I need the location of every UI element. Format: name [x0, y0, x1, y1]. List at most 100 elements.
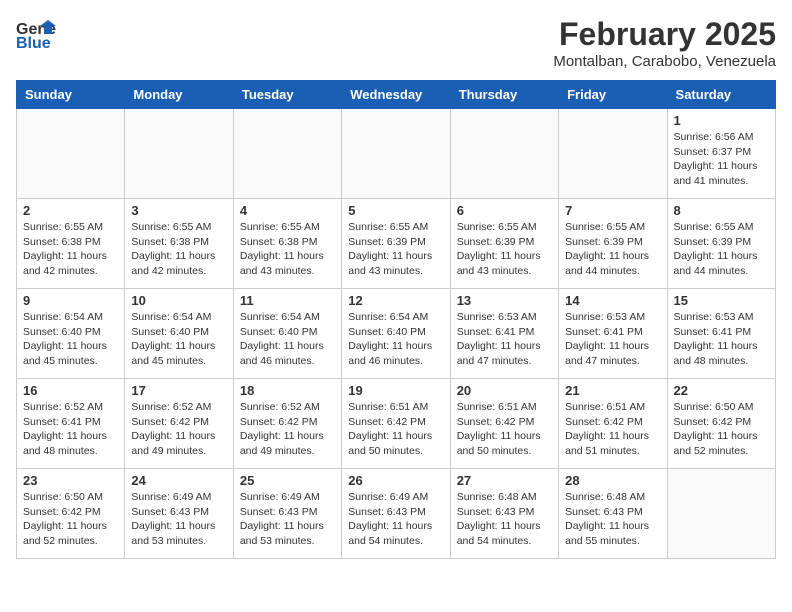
day-info: Sunrise: 6:55 AM Sunset: 6:38 PM Dayligh… [240, 220, 335, 279]
calendar-cell: 22 Sunrise: 6:50 AM Sunset: 6:42 PM Dayli… [667, 379, 775, 469]
day-number: 17 [131, 383, 226, 398]
calendar-cell: 12 Sunrise: 6:54 AM Sunset: 6:40 PM Dayli… [342, 289, 450, 379]
calendar-week-row: 2 Sunrise: 6:55 AM Sunset: 6:38 PM Daylig… [17, 199, 776, 289]
calendar-week-row: 1 Sunrise: 6:56 AM Sunset: 6:37 PM Daylig… [17, 109, 776, 199]
calendar-cell: 17 Sunrise: 6:52 AM Sunset: 6:42 PM Dayli… [125, 379, 233, 469]
day-info: Sunrise: 6:50 AM Sunset: 6:42 PM Dayligh… [674, 400, 769, 459]
day-number: 1 [674, 113, 769, 128]
day-info: Sunrise: 6:52 AM Sunset: 6:41 PM Dayligh… [23, 400, 118, 459]
day-number: 12 [348, 293, 443, 308]
day-info: Sunrise: 6:53 AM Sunset: 6:41 PM Dayligh… [674, 310, 769, 369]
calendar-week-row: 9 Sunrise: 6:54 AM Sunset: 6:40 PM Daylig… [17, 289, 776, 379]
day-number: 19 [348, 383, 443, 398]
logo-icon: General Blue [16, 16, 56, 52]
calendar-cell [342, 109, 450, 199]
day-info: Sunrise: 6:55 AM Sunset: 6:39 PM Dayligh… [565, 220, 660, 279]
day-number: 27 [457, 473, 552, 488]
calendar-week-row: 23Sunrise: 6:50 AM Sunset: 6:42 PM Dayli… [17, 469, 776, 559]
day-of-week-header: Saturday [667, 81, 775, 109]
day-number: 25 [240, 473, 335, 488]
day-number: 28 [565, 473, 660, 488]
day-number: 20 [457, 383, 552, 398]
day-info: Sunrise: 6:48 AM Sunset: 6:43 PM Dayligh… [457, 490, 552, 549]
calendar-cell: 2 Sunrise: 6:55 AM Sunset: 6:38 PM Daylig… [17, 199, 125, 289]
day-number: 21 [565, 383, 660, 398]
day-info: Sunrise: 6:50 AM Sunset: 6:42 PM Dayligh… [23, 490, 118, 549]
calendar-cell [559, 109, 667, 199]
calendar-cell [233, 109, 341, 199]
day-info: Sunrise: 6:56 AM Sunset: 6:37 PM Dayligh… [674, 130, 769, 189]
calendar-cell: 26 Sunrise: 6:49 AM Sunset: 6:43 PM Dayli… [342, 469, 450, 559]
day-info: Sunrise: 6:53 AM Sunset: 6:41 PM Dayligh… [565, 310, 660, 369]
day-info: Sunrise: 6:51 AM Sunset: 6:42 PM Dayligh… [348, 400, 443, 459]
day-info: Sunrise: 6:54 AM Sunset: 6:40 PM Dayligh… [240, 310, 335, 369]
calendar-cell: 9 Sunrise: 6:54 AM Sunset: 6:40 PM Daylig… [17, 289, 125, 379]
day-info: Sunrise: 6:51 AM Sunset: 6:42 PM Dayligh… [457, 400, 552, 459]
calendar-cell: 27 Sunrise: 6:48 AM Sunset: 6:43 PM Dayli… [450, 469, 558, 559]
calendar-cell: 7 Sunrise: 6:55 AM Sunset: 6:39 PM Daylig… [559, 199, 667, 289]
day-info: Sunrise: 6:51 AM Sunset: 6:42 PM Dayligh… [565, 400, 660, 459]
calendar-cell: 21 Sunrise: 6:51 AM Sunset: 6:42 PM Dayli… [559, 379, 667, 469]
calendar-cell: 14 Sunrise: 6:53 AM Sunset: 6:41 PM Dayli… [559, 289, 667, 379]
day-info: Sunrise: 6:54 AM Sunset: 6:40 PM Dayligh… [131, 310, 226, 369]
day-info: Sunrise: 6:55 AM Sunset: 6:39 PM Dayligh… [674, 220, 769, 279]
day-number: 26 [348, 473, 443, 488]
day-number: 22 [674, 383, 769, 398]
day-info: Sunrise: 6:49 AM Sunset: 6:43 PM Dayligh… [240, 490, 335, 549]
day-number: 7 [565, 203, 660, 218]
day-of-week-header: Wednesday [342, 81, 450, 109]
calendar-cell: 25 Sunrise: 6:49 AM Sunset: 6:43 PM Dayli… [233, 469, 341, 559]
calendar-cell: 5Sunrise: 6:55 AM Sunset: 6:39 PM Daylig… [342, 199, 450, 289]
calendar-cell: 18 Sunrise: 6:52 AM Sunset: 6:42 PM Dayli… [233, 379, 341, 469]
day-number: 18 [240, 383, 335, 398]
month-year-title: February 2025 [553, 16, 776, 53]
day-of-week-header: Thursday [450, 81, 558, 109]
day-number: 10 [131, 293, 226, 308]
day-of-week-header: Tuesday [233, 81, 341, 109]
location-subtitle: Montalban, Carabobo, Venezuela [553, 53, 776, 70]
logo: General Blue [16, 16, 56, 52]
calendar-cell: 15 Sunrise: 6:53 AM Sunset: 6:41 PM Dayli… [667, 289, 775, 379]
day-info: Sunrise: 6:48 AM Sunset: 6:43 PM Dayligh… [565, 490, 660, 549]
title-section: February 2025 Montalban, Carabobo, Venez… [553, 16, 776, 70]
calendar-cell: 20 Sunrise: 6:51 AM Sunset: 6:42 PM Dayli… [450, 379, 558, 469]
calendar-table: SundayMondayTuesdayWednesdayThursdayFrid… [16, 80, 776, 559]
day-info: Sunrise: 6:52 AM Sunset: 6:42 PM Dayligh… [240, 400, 335, 459]
day-info: Sunrise: 6:55 AM Sunset: 6:39 PM Dayligh… [457, 220, 552, 279]
calendar-cell: 11Sunrise: 6:54 AM Sunset: 6:40 PM Dayli… [233, 289, 341, 379]
day-info: Sunrise: 6:49 AM Sunset: 6:43 PM Dayligh… [348, 490, 443, 549]
day-number: 24 [131, 473, 226, 488]
calendar-cell [450, 109, 558, 199]
day-number: 5 [348, 203, 443, 218]
calendar-header-row: SundayMondayTuesdayWednesdayThursdayFrid… [17, 81, 776, 109]
svg-text:Blue: Blue [16, 35, 51, 52]
day-number: 9 [23, 293, 118, 308]
day-info: Sunrise: 6:54 AM Sunset: 6:40 PM Dayligh… [23, 310, 118, 369]
day-of-week-header: Monday [125, 81, 233, 109]
day-number: 15 [674, 293, 769, 308]
calendar-cell: 28 Sunrise: 6:48 AM Sunset: 6:43 PM Dayli… [559, 469, 667, 559]
day-number: 3 [131, 203, 226, 218]
day-number: 4 [240, 203, 335, 218]
day-number: 14 [565, 293, 660, 308]
calendar-cell: 24 Sunrise: 6:49 AM Sunset: 6:43 PM Dayli… [125, 469, 233, 559]
calendar-cell [667, 469, 775, 559]
day-number: 6 [457, 203, 552, 218]
day-number: 16 [23, 383, 118, 398]
calendar-cell [125, 109, 233, 199]
calendar-cell: 23Sunrise: 6:50 AM Sunset: 6:42 PM Dayli… [17, 469, 125, 559]
calendar-cell: 4 Sunrise: 6:55 AM Sunset: 6:38 PM Daylig… [233, 199, 341, 289]
calendar-cell: 8Sunrise: 6:55 AM Sunset: 6:39 PM Daylig… [667, 199, 775, 289]
day-info: Sunrise: 6:49 AM Sunset: 6:43 PM Dayligh… [131, 490, 226, 549]
day-of-week-header: Friday [559, 81, 667, 109]
calendar-cell: 16 Sunrise: 6:52 AM Sunset: 6:41 PM Dayli… [17, 379, 125, 469]
day-info: Sunrise: 6:53 AM Sunset: 6:41 PM Dayligh… [457, 310, 552, 369]
calendar-cell: 1 Sunrise: 6:56 AM Sunset: 6:37 PM Daylig… [667, 109, 775, 199]
day-info: Sunrise: 6:54 AM Sunset: 6:40 PM Dayligh… [348, 310, 443, 369]
day-info: Sunrise: 6:55 AM Sunset: 6:38 PM Dayligh… [23, 220, 118, 279]
calendar-cell: 13Sunrise: 6:53 AM Sunset: 6:41 PM Dayli… [450, 289, 558, 379]
day-info: Sunrise: 6:52 AM Sunset: 6:42 PM Dayligh… [131, 400, 226, 459]
page-header: General Blue February 2025 Montalban, Ca… [16, 16, 776, 70]
day-number: 2 [23, 203, 118, 218]
calendar-cell [17, 109, 125, 199]
